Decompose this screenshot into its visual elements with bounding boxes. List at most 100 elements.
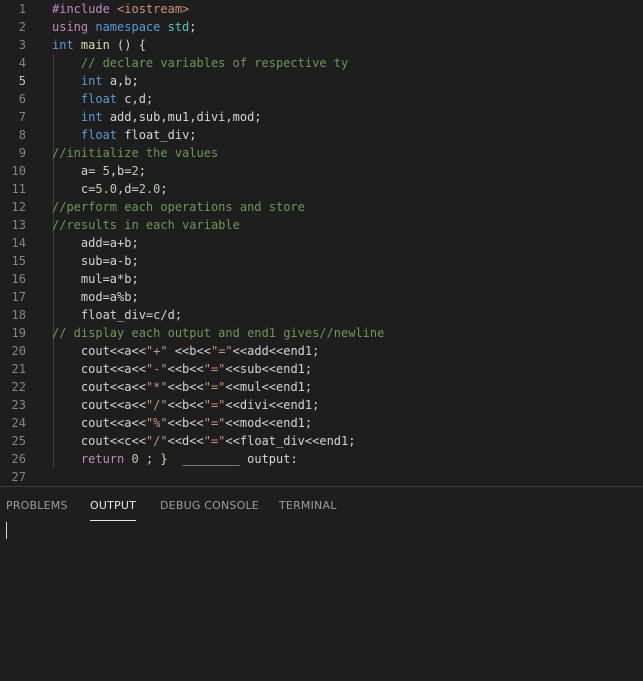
code-line[interactable]: 26 return 0 ; } ________ output: <box>0 450 643 468</box>
line-number: 4 <box>18 56 26 70</box>
tab-debug-console[interactable]: DEBUG CONSOLE <box>160 497 259 517</box>
code-token: 0 <box>131 452 139 466</box>
code-token: int <box>80 110 110 124</box>
code-line[interactable]: 4 // declare variables of respective ty <box>0 54 643 72</box>
code-line[interactable]: 5 int a,b; <box>0 72 643 90</box>
code-token: cout<<a<< <box>52 416 146 430</box>
code-token: add=a+b; <box>52 236 139 250</box>
code-text: c=5.0,d=2.0; <box>52 180 168 198</box>
code-text: cout<<a<<"+" <<b<<"="<<add<<end1; <box>52 342 319 360</box>
code-line[interactable]: 19 // display each output and end1 gives/… <box>0 324 643 342</box>
bottom-panel: PROBLEMS OUTPUT DEBUG CONSOLE TERMINAL <box>0 486 643 681</box>
code-token: float_div=c/d; <box>52 308 183 322</box>
code-line[interactable]: 11 c=5.0,d=2.0; <box>0 180 643 198</box>
line-number: 13 <box>11 218 26 232</box>
code-token: int <box>52 38 81 52</box>
code-line[interactable]: 14 add=a+b; <box>0 234 643 252</box>
code-text: int main () { <box>52 36 146 54</box>
code-token: ________ output: <box>167 452 298 466</box>
code-token: main <box>80 38 118 52</box>
line-number: 2 <box>18 20 26 34</box>
code-token: std <box>167 20 190 34</box>
line-number: 11 <box>11 182 26 196</box>
line-number: 6 <box>18 92 26 106</box>
code-line[interactable]: 24 cout<<a<<"%"<<b<<"="<<mod<<end1; <box>0 414 643 432</box>
code-text: using namespace std; <box>52 18 197 36</box>
code-line[interactable]: 18 float_div=c/d; <box>0 306 643 324</box>
code-line[interactable]: 6 float c,d; <box>0 90 643 108</box>
code-text: // declare variables of respective ty <box>52 54 348 72</box>
code-token: "=" <box>203 380 226 394</box>
code-line[interactable]: 7 int add,sub,mu1,divi,mod; <box>0 108 643 126</box>
code-token: // declare variables of respective ty <box>80 56 349 70</box>
code-token: "=" <box>203 362 226 376</box>
code-token: c= <box>52 182 96 196</box>
line-number: 22 <box>11 380 26 394</box>
code-text: cout<<a<<"*"<<b<<"="<<mul<<end1; <box>52 378 312 396</box>
code-text: cout<<a<<"-"<<b<<"="<<sub<<end1; <box>52 360 312 378</box>
code-token: "%" <box>145 416 168 430</box>
code-token: ,b= <box>109 164 132 178</box>
code-line[interactable]: 10 a= 5,b=2; <box>0 162 643 180</box>
tab-output[interactable]: OUTPUT <box>90 497 137 521</box>
code-line[interactable]: 3 int main () { <box>0 36 643 54</box>
code-token: "=" <box>203 398 226 412</box>
line-number: 23 <box>11 398 26 412</box>
code-token: ; <box>138 164 146 178</box>
code-token: cout<<a<< <box>52 380 146 394</box>
code-token: namespace <box>95 20 168 34</box>
code-token: cout<<c<< <box>52 434 146 448</box>
text-cursor <box>6 522 7 539</box>
code-line[interactable]: 17 mod=a%b; <box>0 288 643 306</box>
code-token: cout<<a<< <box>52 344 146 358</box>
code-line[interactable]: 13 //results in each variable <box>0 216 643 234</box>
code-token: //initialize the values <box>52 146 219 160</box>
line-number: 17 <box>11 290 26 304</box>
code-line[interactable]: 15 sub=a-b; <box>0 252 643 270</box>
code-token: "-" <box>145 362 168 376</box>
code-token: ,d= <box>117 182 139 196</box>
code-token: <iostream> <box>117 2 190 16</box>
code-line[interactable]: 16 mul=a*b; <box>0 270 643 288</box>
code-token: //results in each variable <box>52 218 240 232</box>
line-number: 21 <box>11 362 26 376</box>
code-text: add=a+b; <box>52 234 139 252</box>
code-editor[interactable]: 1 #include <iostream> 2 using namespace std… <box>0 0 643 486</box>
code-line[interactable]: 20 cout<<a<<"+" <<b<<"="<<add<<end1; <box>0 342 643 360</box>
code-line[interactable]: 12 //perform each operations and store <box>0 198 643 216</box>
code-token: add,sub,mu1,divi,mod; <box>109 110 262 124</box>
code-token: "*" <box>145 380 168 394</box>
code-line[interactable]: 21 cout<<a<<"-"<<b<<"="<<sub<<end1; <box>0 360 643 378</box>
line-number: 26 <box>11 452 26 466</box>
code-token: //perform each operations and store <box>52 200 305 214</box>
code-token: float_div; <box>124 128 197 142</box>
code-line[interactable]: 1 #include <iostream> <box>0 0 643 18</box>
code-line[interactable]: 9 //initialize the values <box>0 144 643 162</box>
line-number: 16 <box>11 272 26 286</box>
code-text: //results in each variable <box>52 216 240 234</box>
code-line[interactable]: 25 cout<<c<<"/"<<d<<"="<<float_div<<end1… <box>0 432 643 450</box>
code-line[interactable]: 2 using namespace std; <box>0 18 643 36</box>
tab-terminal[interactable]: TERMINAL <box>279 497 337 517</box>
code-token: "+" <box>145 344 168 358</box>
code-line[interactable]: 22 cout<<a<<"*"<<b<<"="<<mul<<end1; <box>0 378 643 396</box>
code-token: 5 <box>102 164 110 178</box>
code-token: <<b<< <box>167 416 204 430</box>
code-line[interactable]: 23 cout<<a<<"/"<<b<<"="<<divi<<end1; <box>0 396 643 414</box>
code-text: //perform each operations and store <box>52 198 305 216</box>
code-token: <<float_div<<end1; <box>225 434 356 448</box>
code-line[interactable]: 8 float float_div; <box>0 126 643 144</box>
code-token: mod=a%b; <box>52 290 139 304</box>
code-token: <<mod<<end1; <box>225 416 313 430</box>
code-token: "=" <box>210 344 233 358</box>
code-text: float c,d; <box>52 90 153 108</box>
tab-problems[interactable]: PROBLEMS <box>6 497 68 517</box>
code-token: return <box>80 452 132 466</box>
code-line[interactable]: 27 <box>0 468 643 486</box>
line-number: 12 <box>11 200 26 214</box>
code-token: "=" <box>203 434 226 448</box>
code-token: <<d<< <box>167 434 204 448</box>
